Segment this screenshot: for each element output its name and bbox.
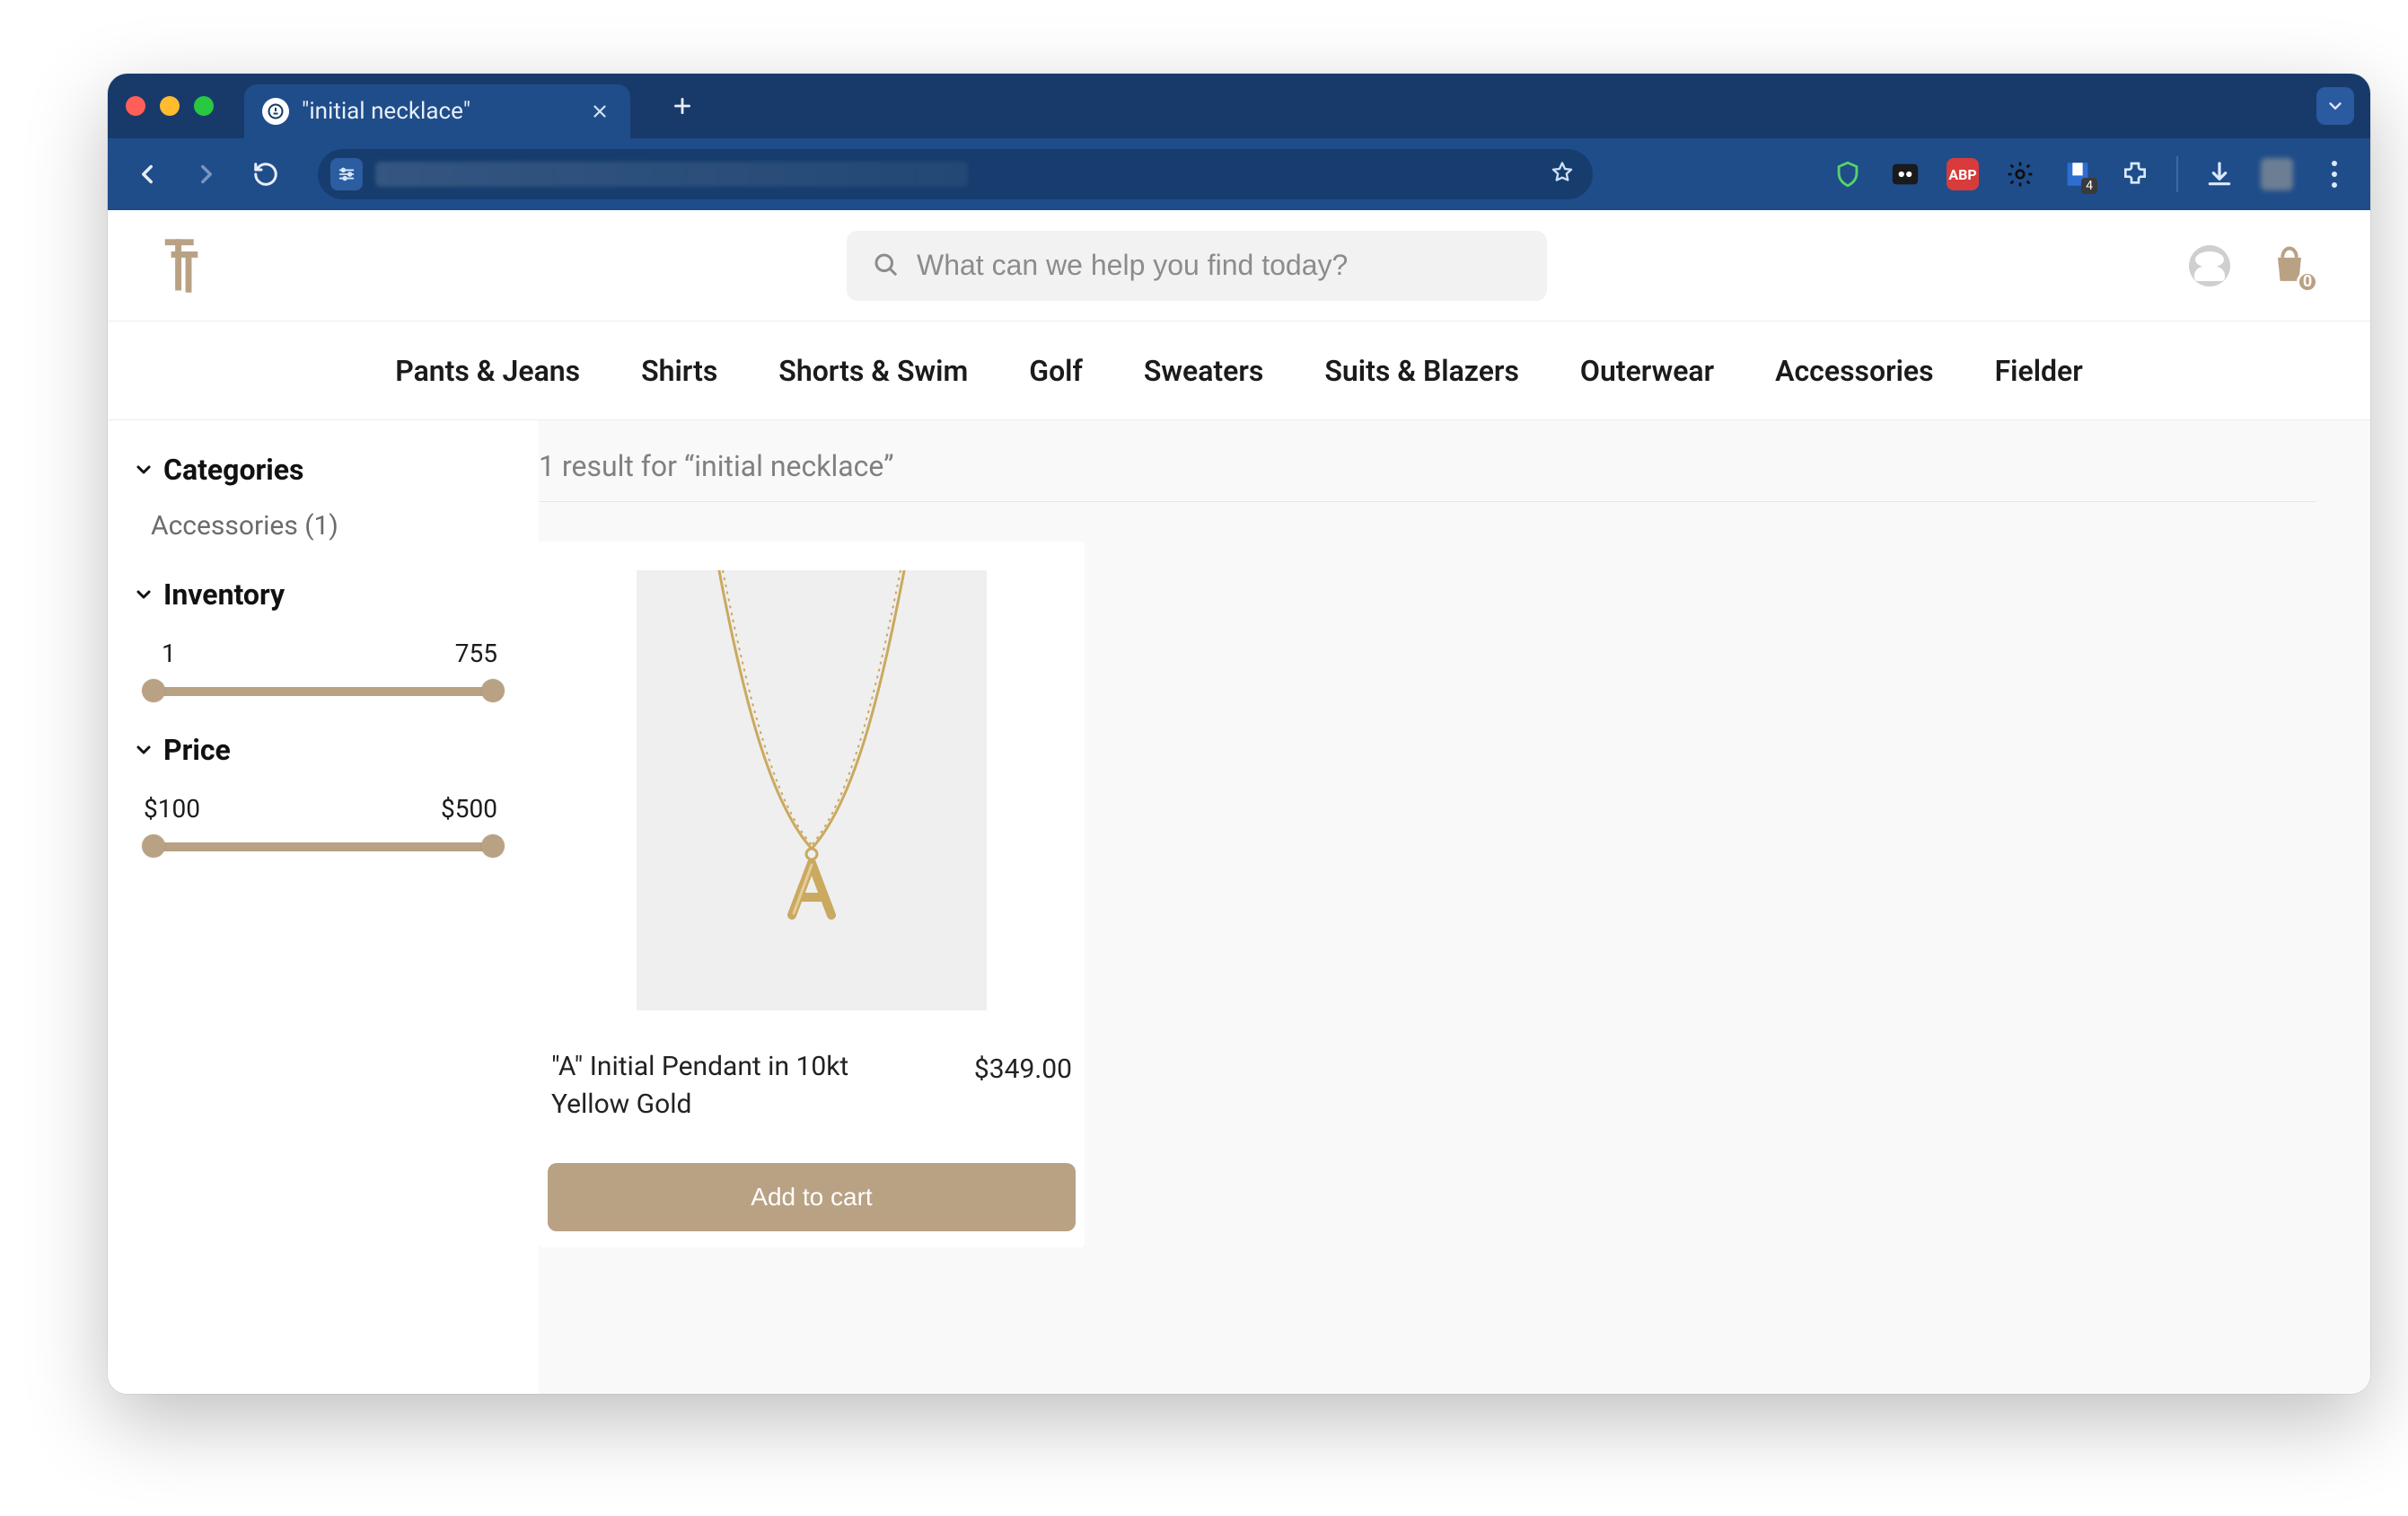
extension-abp-icon[interactable]: ABP [1947,158,1979,190]
add-to-cart-button[interactable]: Add to cart [548,1163,1076,1231]
downloads-icon[interactable] [2203,158,2236,190]
browser-tab[interactable]: "initial necklace" [244,84,630,138]
site-logo[interactable] [158,234,205,298]
browser-menu-button[interactable] [2318,158,2351,190]
inventory-min-label: 1 [162,639,176,668]
inventory-range-slider[interactable] [144,681,503,697]
facet-price: Price $100 $500 [133,733,514,852]
title-bar: "initial necklace" [108,74,2370,138]
product-price: $349.00 [974,1053,1072,1085]
extension-badge-count: 4 [2081,178,2097,194]
facet-categories-toggle[interactable]: Categories [133,453,514,487]
site-settings-icon[interactable] [330,158,363,190]
back-button[interactable] [127,154,167,194]
url-text-blurred [375,162,968,187]
facet-categories: Categories Accessories (1) [133,453,514,542]
results-heading: 1 result for “initial necklace” [539,449,2316,502]
nav-item[interactable]: Suits & Blazers [1323,347,1521,395]
bookmark-star-icon[interactable] [1550,160,1575,189]
extension-badge-icon[interactable]: 4 [2061,158,2094,190]
profile-avatar[interactable] [2261,158,2293,190]
price-range-slider[interactable] [144,836,503,852]
chevron-down-icon [133,459,154,480]
filters-sidebar: Categories Accessories (1) Inventory 1 [108,420,539,1394]
inventory-thumb-min[interactable] [142,679,165,702]
facet-inventory: Inventory 1 755 [133,577,514,697]
extension-abp-label: ABP [1948,166,1976,183]
site-search-input[interactable] [917,249,1522,282]
window-controls [126,96,214,116]
nav-item[interactable]: Shorts & Swim [777,347,970,395]
nav-item[interactable]: Pants & Jeans [393,347,582,395]
window-minimize-button[interactable] [160,96,180,116]
cart-badge: 0 [2297,271,2318,293]
chevron-down-icon [133,739,154,761]
facet-category-item[interactable]: Accessories (1) [151,510,514,542]
product-card[interactable]: "A" Initial Pendant in 10kt Yellow Gold … [539,542,1085,1247]
nav-item[interactable]: Accessories [1773,347,1935,395]
extension-shield-icon[interactable] [1832,158,1864,190]
site-search[interactable] [847,231,1547,301]
inventory-max-label: 755 [455,639,497,668]
nav-item[interactable]: Outerwear [1578,347,1716,395]
forward-button[interactable] [187,154,226,194]
price-thumb-max[interactable] [481,834,505,858]
extension-eyes-icon[interactable] [1889,158,1921,190]
toolbar-divider [2176,156,2178,192]
price-max-label: $500 [441,794,497,824]
facet-price-toggle[interactable]: Price [133,733,514,767]
tab-close-button[interactable] [587,99,612,124]
reload-button[interactable] [246,154,286,194]
new-tab-button[interactable] [661,84,704,128]
product-title: "A" Initial Pendant in 10kt Yellow Gold [551,1048,892,1124]
nav-item[interactable]: Fielder [1993,347,2085,395]
chevron-down-icon [133,584,154,605]
facet-title: Categories [163,453,303,487]
facet-title: Inventory [163,577,285,612]
facet-inventory-toggle[interactable]: Inventory [133,577,514,612]
price-min-label: $100 [144,794,200,824]
tab-title: "initial necklace" [302,98,470,125]
address-bar[interactable] [318,149,1593,199]
cart-icon[interactable]: 0 [2266,242,2313,289]
browser-window: "initial necklace" [108,74,2370,1394]
window-zoom-button[interactable] [194,96,214,116]
browser-toolbar: ABP 4 [108,138,2370,210]
search-icon [872,251,899,281]
price-thumb-min[interactable] [142,834,165,858]
extension-gear-icon[interactable] [2004,158,2036,190]
extensions-puzzle-icon[interactable] [2119,158,2151,190]
page-content: 0 Pants & Jeans Shirts Shorts & Swim Gol… [108,210,2370,1394]
inventory-thumb-max[interactable] [481,679,505,702]
search-results: 1 result for “initial necklace” [539,420,2370,1394]
account-icon[interactable] [2189,245,2230,286]
window-close-button[interactable] [126,96,145,116]
product-image [637,570,987,1010]
nav-item[interactable]: Shirts [639,347,719,395]
tab-favicon [262,98,289,125]
nav-item[interactable]: Sweaters [1142,347,1266,395]
facet-title: Price [163,733,231,767]
extensions-row: ABP 4 [1832,156,2351,192]
nav-item[interactable]: Golf [1027,347,1085,395]
primary-nav: Pants & Jeans Shirts Shorts & Swim Golf … [108,322,2370,420]
tabs-dropdown-button[interactable] [2316,87,2354,125]
site-header: 0 [108,210,2370,322]
